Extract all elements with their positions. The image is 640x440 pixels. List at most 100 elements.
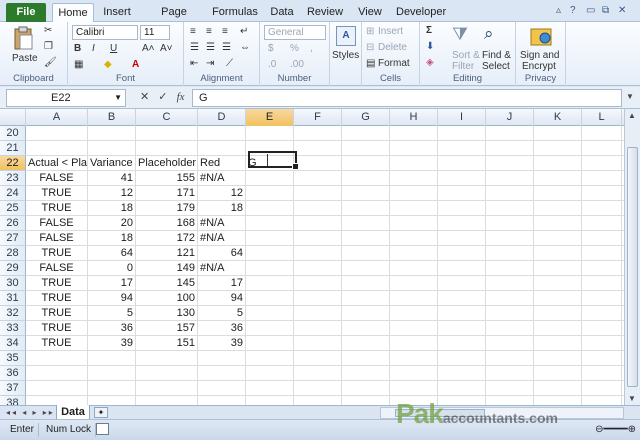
- cell-c31[interactable]: 100: [136, 291, 198, 306]
- cell-f26[interactable]: [294, 216, 342, 231]
- row-header-23[interactable]: 23: [0, 171, 26, 186]
- cell-h29[interactable]: [390, 261, 438, 276]
- cell-a28[interactable]: TRUE: [26, 246, 88, 261]
- tab-page-layout[interactable]: Page Layout: [144, 5, 204, 33]
- column-header-h[interactable]: H: [390, 109, 438, 126]
- cell-e33[interactable]: [246, 321, 294, 336]
- cell-c30[interactable]: 145: [136, 276, 198, 291]
- cell-a25[interactable]: TRUE: [26, 201, 88, 216]
- cell-f29[interactable]: [294, 261, 342, 276]
- row-header-27[interactable]: 27: [0, 231, 26, 246]
- row-header-29[interactable]: 29: [0, 261, 26, 276]
- cell-a33[interactable]: TRUE: [26, 321, 88, 336]
- align-left-icon[interactable]: ☰: [190, 42, 199, 53]
- cell-j37[interactable]: [486, 381, 534, 396]
- cell-a34[interactable]: TRUE: [26, 336, 88, 351]
- cell-d23[interactable]: #N/A: [198, 171, 246, 186]
- row-header-35[interactable]: 35: [0, 351, 26, 366]
- cell-f23[interactable]: [294, 171, 342, 186]
- row-header-20[interactable]: 20: [0, 126, 26, 141]
- cell-g37[interactable]: [342, 381, 390, 396]
- cell-l21[interactable]: [582, 141, 622, 156]
- cell-b24[interactable]: 12: [88, 186, 136, 201]
- clear-icon[interactable]: ◈: [426, 57, 434, 68]
- insert-cells-icon[interactable]: ⊞: [366, 25, 374, 39]
- sheet-tab-data[interactable]: Data: [56, 405, 90, 420]
- font-color-icon[interactable]: A: [132, 59, 139, 70]
- cell-c37[interactable]: [136, 381, 198, 396]
- cell-j22[interactable]: [486, 156, 534, 171]
- cell-e28[interactable]: [246, 246, 294, 261]
- column-header-j[interactable]: J: [486, 109, 534, 126]
- cell-j34[interactable]: [486, 336, 534, 351]
- column-header-c[interactable]: C: [136, 109, 198, 126]
- cell-k21[interactable]: [534, 141, 582, 156]
- cell-k36[interactable]: [534, 366, 582, 381]
- font-name-select[interactable]: Calibri: [72, 25, 138, 40]
- cell-h32[interactable]: [390, 306, 438, 321]
- minimize-window-icon[interactable]: ▭: [586, 5, 595, 16]
- borders-icon[interactable]: ▦: [74, 59, 83, 70]
- column-header-k[interactable]: K: [534, 109, 582, 126]
- paste-button[interactable]: Paste: [12, 53, 38, 64]
- cell-e27[interactable]: [246, 231, 294, 246]
- cell-e24[interactable]: [246, 186, 294, 201]
- cell-b30[interactable]: 17: [88, 276, 136, 291]
- cell-f30[interactable]: [294, 276, 342, 291]
- cell-c35[interactable]: [136, 351, 198, 366]
- cell-l22[interactable]: [582, 156, 622, 171]
- cell-k27[interactable]: [534, 231, 582, 246]
- cell-d36[interactable]: [198, 366, 246, 381]
- worksheet-grid[interactable]: ABCDEFGHIJKL 20 21 22 Actual < Plan Variance…: [0, 109, 624, 405]
- cell-h37[interactable]: [390, 381, 438, 396]
- cell-c22[interactable]: Placeholder: [136, 156, 198, 171]
- decrease-indent-icon[interactable]: ⇤: [190, 58, 198, 69]
- column-header-l[interactable]: L: [582, 109, 622, 126]
- cell-i23[interactable]: [438, 171, 486, 186]
- row-header-28[interactable]: 28: [0, 246, 26, 261]
- restore-window-icon[interactable]: ⧉: [602, 5, 609, 16]
- cell-a30[interactable]: TRUE: [26, 276, 88, 291]
- cell-d31[interactable]: 94: [198, 291, 246, 306]
- cell-g36[interactable]: [342, 366, 390, 381]
- cell-g26[interactable]: [342, 216, 390, 231]
- cell-d26[interactable]: #N/A: [198, 216, 246, 231]
- row-header-24[interactable]: 24: [0, 186, 26, 201]
- cell-j31[interactable]: [486, 291, 534, 306]
- close-window-icon[interactable]: ✕: [618, 5, 626, 16]
- cell-f24[interactable]: [294, 186, 342, 201]
- cell-g23[interactable]: [342, 171, 390, 186]
- cell-j21[interactable]: [486, 141, 534, 156]
- cell-e26[interactable]: [246, 216, 294, 231]
- cell-k26[interactable]: [534, 216, 582, 231]
- cell-l27[interactable]: [582, 231, 622, 246]
- cell-c38[interactable]: [136, 396, 198, 405]
- underline-button[interactable]: U: [110, 43, 117, 54]
- cell-i33[interactable]: [438, 321, 486, 336]
- cell-f21[interactable]: [294, 141, 342, 156]
- cell-g32[interactable]: [342, 306, 390, 321]
- cell-b29[interactable]: 0: [88, 261, 136, 276]
- cell-g25[interactable]: [342, 201, 390, 216]
- cell-d29[interactable]: #N/A: [198, 261, 246, 276]
- cell-j32[interactable]: [486, 306, 534, 321]
- cell-b35[interactable]: [88, 351, 136, 366]
- record-macro-icon[interactable]: [96, 423, 109, 435]
- cell-b33[interactable]: 36: [88, 321, 136, 336]
- cell-k29[interactable]: [534, 261, 582, 276]
- cell-h34[interactable]: [390, 336, 438, 351]
- column-header-a[interactable]: A: [26, 109, 88, 126]
- orientation-icon[interactable]: ⟋: [226, 58, 233, 69]
- cell-c33[interactable]: 157: [136, 321, 198, 336]
- cell-h36[interactable]: [390, 366, 438, 381]
- column-header-b[interactable]: B: [88, 109, 136, 126]
- cell-g24[interactable]: [342, 186, 390, 201]
- cell-d28[interactable]: 64: [198, 246, 246, 261]
- cell-f38[interactable]: [294, 396, 342, 405]
- cell-l29[interactable]: [582, 261, 622, 276]
- cell-c36[interactable]: [136, 366, 198, 381]
- cell-a32[interactable]: TRUE: [26, 306, 88, 321]
- cell-k30[interactable]: [534, 276, 582, 291]
- sort-filter-label-2[interactable]: Filter: [452, 61, 474, 72]
- cell-g33[interactable]: [342, 321, 390, 336]
